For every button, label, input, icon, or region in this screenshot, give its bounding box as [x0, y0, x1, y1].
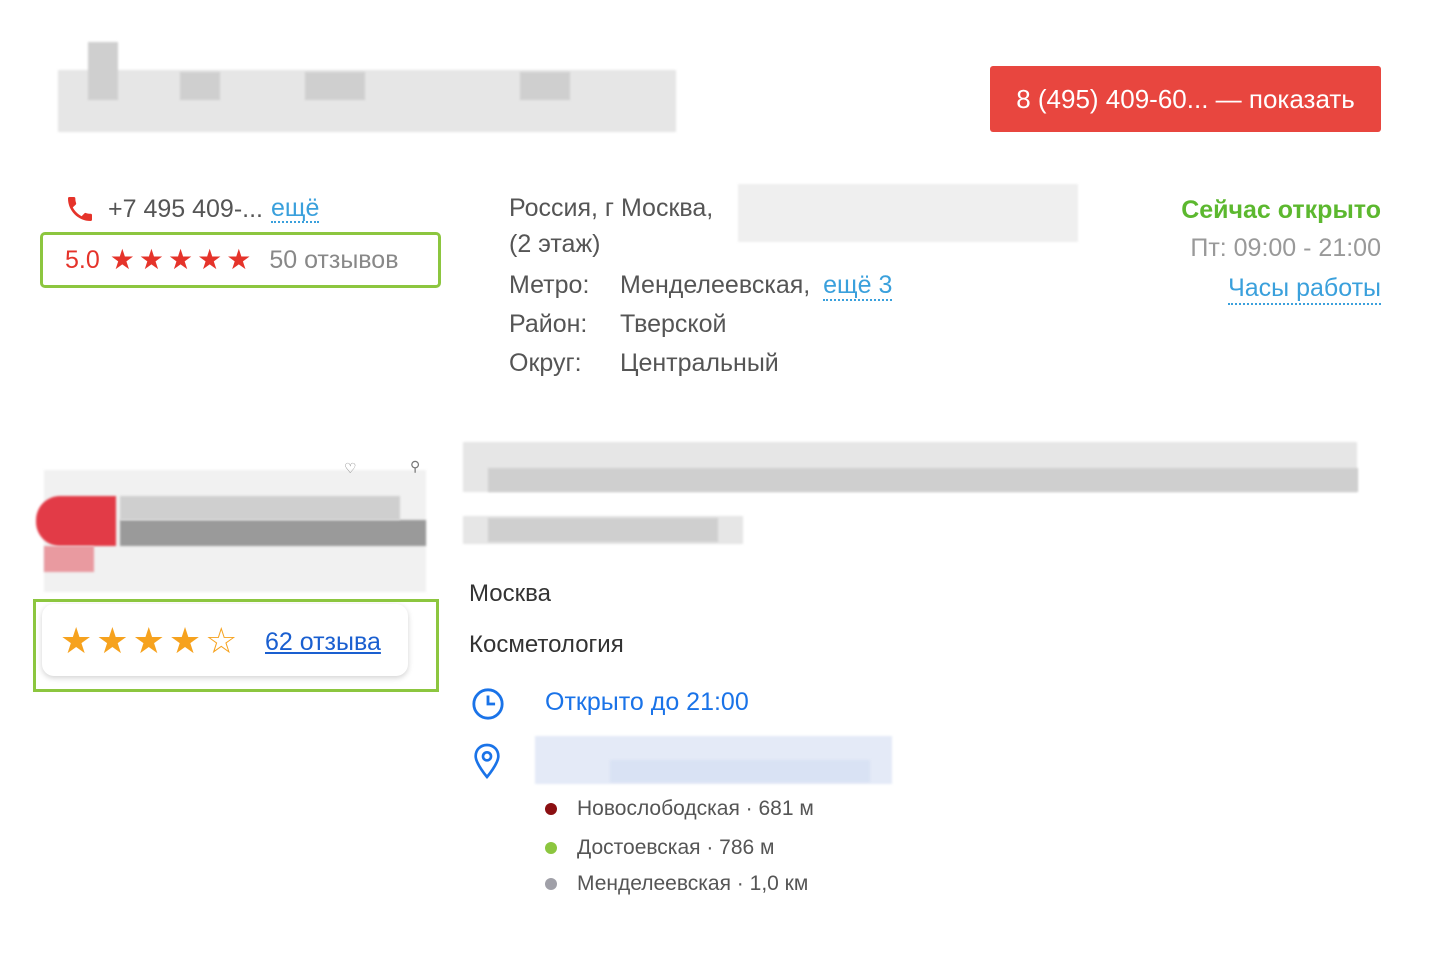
phone-icon: [68, 197, 92, 221]
hours-link[interactable]: Часы работы: [1228, 274, 1381, 305]
district-label: Район:: [509, 310, 588, 338]
metro-station-name: Новослободская · 681 м: [577, 797, 814, 820]
metro-label: Метро:: [509, 271, 590, 299]
heart-icon[interactable]: ♡: [344, 460, 357, 477]
metro-row: Метро: Менделеевская, ещё 3: [509, 271, 893, 301]
metro-station-row: Менделеевская · 1,0 км: [545, 872, 808, 896]
category-text: Косметология: [469, 631, 624, 658]
star-icon: ★: [60, 620, 93, 661]
rating-highlight-box: 5.0 ★ ★ ★ ★ ★ 50 отзывов: [40, 232, 441, 288]
district-value: Тверской: [619, 310, 727, 338]
half-star-icon: ☆: [205, 620, 238, 661]
star-icon: ★: [197, 244, 223, 275]
location-pin-icon: [474, 743, 500, 780]
address-line-1: Россия, г Москва,: [509, 194, 714, 222]
star-icon: ★: [167, 244, 194, 275]
share-icon[interactable]: ⚲: [410, 458, 420, 475]
city-text: Москва: [469, 580, 551, 607]
metro-line-dot: [545, 803, 557, 815]
okrug-value: Центральный: [619, 349, 779, 377]
star-icon: ★: [109, 244, 135, 275]
star-icon: ★: [132, 620, 165, 661]
district-row: Район: Тверской: [509, 310, 727, 339]
metro-value: Менделеевская,: [619, 271, 811, 299]
today-hours: Пт: 09:00 - 21:00: [1190, 234, 1381, 262]
star-icon: ★: [96, 620, 129, 661]
metro-station-name: Менделеевская · 1,0 км: [577, 872, 809, 895]
star-icon: ★: [226, 244, 252, 275]
metro-station-name: Достоевская · 786 м: [577, 836, 775, 859]
okrug-label: Округ:: [509, 349, 582, 377]
star-rating-2: ★ ★ ★ ★ ☆: [60, 623, 241, 659]
reviews-count[interactable]: 50 отзывов: [269, 246, 398, 275]
blurred-address: [738, 184, 1078, 242]
phone-more-link[interactable]: ещё: [270, 195, 320, 223]
metro-line-dot: [545, 878, 557, 890]
okrug-row: Округ: Центральный: [509, 349, 779, 378]
rating-value: 5.0: [65, 245, 100, 274]
star-icon: ★: [138, 244, 164, 275]
open-until-status[interactable]: Открыто до 21:00: [545, 688, 749, 717]
show-phone-button[interactable]: 8 (495) 409-60... — показать: [990, 66, 1381, 132]
reviews-link[interactable]: 62 отзыва: [265, 628, 381, 657]
address-line-2: (2 этаж): [509, 230, 601, 258]
metro-more-link[interactable]: ещё 3: [823, 271, 893, 301]
metro-line-dot: [545, 842, 557, 854]
metro-station-row: Новослободская · 681 м: [545, 797, 814, 821]
phone-row: +7 495 409-... ещё: [64, 193, 320, 225]
metro-station-row: Достоевская · 786 м: [545, 836, 774, 860]
open-now-status: Сейчас открыто: [1181, 196, 1381, 224]
star-icon: ★: [168, 620, 202, 661]
clock-icon: [472, 688, 504, 720]
phone-number: +7 495 409-...: [108, 194, 263, 223]
